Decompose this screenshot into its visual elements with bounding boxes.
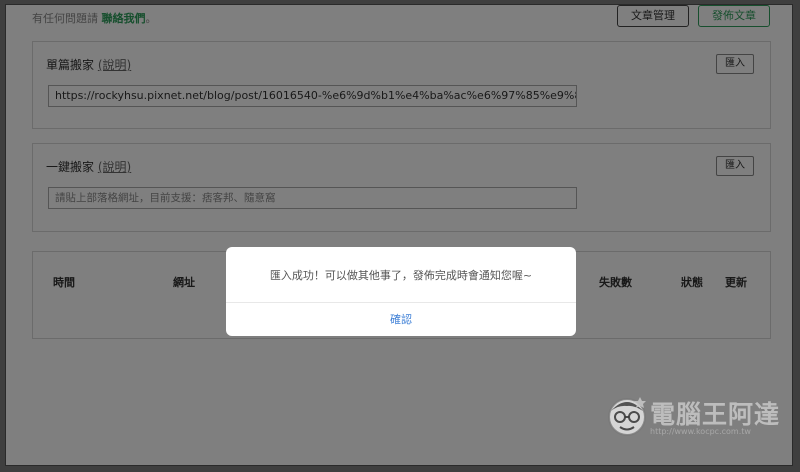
confirm-button[interactable]: 確認 xyxy=(226,303,576,336)
watermark-text: 電腦王阿達 xyxy=(650,400,781,429)
mascot-icon xyxy=(608,397,646,436)
success-dialog: 匯入成功！可以做其他事了，發佈完成時會通知您喔~ 確認 xyxy=(226,247,576,336)
watermark-url: http://www.kocpc.com.tw xyxy=(650,427,751,436)
watermark: 電腦王阿達 http://www.kocpc.com.tw xyxy=(604,391,788,443)
dialog-message: 匯入成功！可以做其他事了，發佈完成時會通知您喔~ xyxy=(269,269,533,282)
